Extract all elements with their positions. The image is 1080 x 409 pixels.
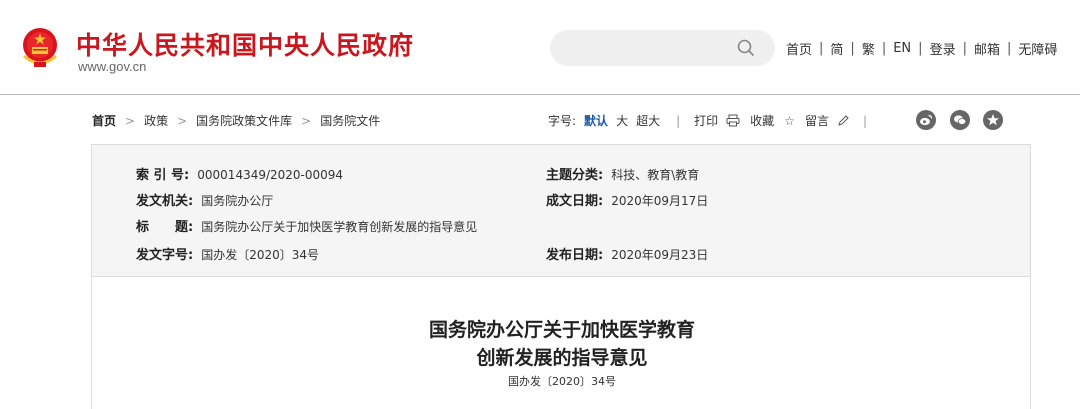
info-row-publish: 发布日期: 2020年09月23日 <box>546 244 708 263</box>
document-title-line2: 创新发展的指导意见 <box>476 347 648 369</box>
page-tools: 字号: 默认 大 超大 | 打印 收藏 ☆ 留言 | <box>548 112 881 129</box>
index-label: 索 引 号: <box>136 168 190 183</box>
link-separator: | <box>918 41 923 56</box>
search-input[interactable] <box>564 36 724 60</box>
link-separator: | <box>962 41 967 56</box>
tools-separator: | <box>862 113 867 128</box>
title-label: 标 题: <box>136 220 194 235</box>
search-box[interactable] <box>550 30 775 66</box>
date-label: 成文日期: <box>546 194 604 209</box>
breadcrumb-policy[interactable]: 政策 <box>144 112 168 129</box>
title-value: 国务院办公厅关于加快医学教育创新发展的指导意见 <box>201 220 478 234</box>
site-header: 中华人民共和国中央人民政府 www.gov.cn 首页 | 简 | 繁 | EN… <box>0 0 1080 95</box>
info-row-date: 成文日期: 2020年09月17日 <box>546 190 708 209</box>
date-value: 2020年09月17日 <box>611 194 709 208</box>
publish-value: 2020年09月23日 <box>611 248 709 262</box>
info-row-title: 标 题: 国务院办公厅关于加快医学教育创新发展的指导意见 <box>136 216 477 235</box>
document-number: 国办发〔2020〕34号 <box>508 375 616 388</box>
link-separator: | <box>850 41 855 56</box>
font-size-large[interactable]: 大 <box>616 112 628 129</box>
weibo-icon[interactable] <box>916 110 936 130</box>
breadcrumb-policy-library[interactable]: 国务院政策文件库 <box>196 112 292 129</box>
font-size-xlarge[interactable]: 超大 <box>636 112 660 129</box>
print-button[interactable]: 打印 <box>694 112 718 129</box>
document-title-line1: 国务院办公厅关于加快医学教育 <box>428 319 695 341</box>
pencil-icon[interactable] <box>837 114 849 127</box>
breadcrumb-arrow-icon: > <box>177 113 188 128</box>
issuer-label: 发文机关: <box>136 194 194 209</box>
link-english[interactable]: EN <box>893 41 911 56</box>
link-accessibility[interactable]: 无障碍 <box>1018 39 1057 58</box>
info-row-docno: 发文字号: 国办发〔2020〕34号 <box>136 244 319 263</box>
search-icon[interactable] <box>736 38 756 58</box>
link-home[interactable]: 首页 <box>786 39 812 58</box>
favorite-circle-icon[interactable] <box>983 110 1003 130</box>
category-value: 科技、教育\教育 <box>611 168 700 182</box>
issuer-value: 国务院办公厅 <box>201 194 274 208</box>
publish-label: 发布日期: <box>546 248 604 263</box>
link-separator: | <box>819 41 824 56</box>
link-traditional[interactable]: 繁 <box>862 39 875 58</box>
star-icon[interactable]: ☆ <box>784 114 795 128</box>
site-title[interactable]: 中华人民共和国中央人民政府 <box>76 26 414 62</box>
docno-value: 国办发〔2020〕34号 <box>201 248 320 262</box>
comment-button[interactable]: 留言 <box>805 112 829 129</box>
link-separator: | <box>1006 41 1012 56</box>
breadcrumb-home[interactable]: 首页 <box>92 112 116 129</box>
breadcrumb-bar: 首页 > 政策 > 国务院政策文件库 > 国务院文件 字号: 默认 大 超大 |… <box>0 96 1080 140</box>
font-size-label: 字号: <box>548 114 577 128</box>
wechat-icon[interactable] <box>950 110 970 130</box>
breadcrumb-arrow-icon: > <box>125 113 136 128</box>
favorite-button[interactable]: 收藏 <box>750 112 774 129</box>
site-url[interactable]: www.gov.cn <box>78 59 146 74</box>
info-row-index: 索 引 号: 000014349/2020-00094 <box>136 164 343 183</box>
category-label: 主题分类: <box>546 168 604 183</box>
tools-separator: | <box>676 113 681 128</box>
top-links: 首页 | 简 | 繁 | EN | 登录 | 邮箱 | 无障碍 <box>786 39 1057 58</box>
document-content: 国务院办公厅关于加快医学教育 创新发展的指导意见 国办发〔2020〕34号 <box>91 277 1031 409</box>
printer-icon[interactable] <box>726 114 740 127</box>
breadcrumb: 首页 > 政策 > 国务院政策文件库 > 国务院文件 <box>92 112 380 129</box>
index-value: 000014349/2020-00094 <box>197 168 344 182</box>
document-info-panel: 索 引 号: 000014349/2020-00094 主题分类: 科技、教育\… <box>91 144 1031 277</box>
breadcrumb-arrow-icon: > <box>301 113 312 128</box>
info-row-category: 主题分类: 科技、教育\教育 <box>546 164 699 183</box>
breadcrumb-state-council-docs[interactable]: 国务院文件 <box>320 112 380 129</box>
link-login[interactable]: 登录 <box>930 39 956 58</box>
national-emblem-icon[interactable] <box>20 26 60 70</box>
docno-label: 发文字号: <box>136 248 194 263</box>
info-row-issuer: 发文机关: 国务院办公厅 <box>136 190 273 209</box>
link-simplified[interactable]: 简 <box>830 39 843 58</box>
link-separator: | <box>881 41 887 56</box>
link-mail[interactable]: 邮箱 <box>974 39 1000 58</box>
font-size-default[interactable]: 默认 <box>584 112 608 129</box>
